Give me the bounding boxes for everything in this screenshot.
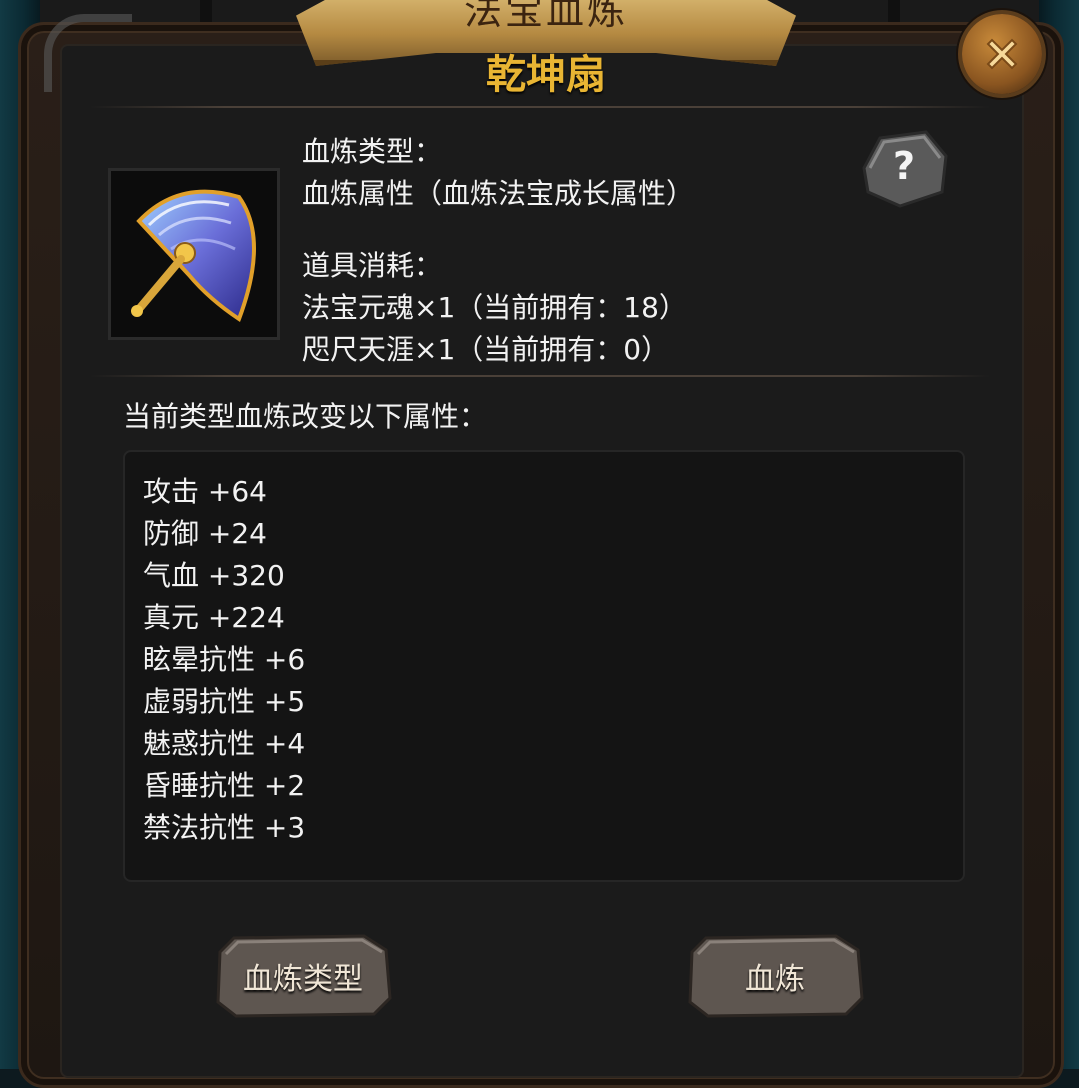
refine-type-value: 血炼属性（血炼法宝成长属性） [302,177,695,210]
fan-icon [131,189,256,323]
title-banner: 法宝血炼 乾坤扇 [296,0,796,98]
attribute-line: 攻击 +64 [143,475,267,508]
attribute-line: 气血 +320 [143,559,285,592]
header-divider [90,106,990,108]
cost-item: 法宝元魂×1（当前拥有：18） [302,291,687,324]
help-button[interactable]: ? [856,128,952,210]
attributes-panel: 攻击 +64 防御 +24 气血 +320 真元 +224 眩晕抗性 +6 虚弱… [123,450,965,882]
refine-type-button[interactable]: 血炼类型 [214,932,392,1018]
close-button[interactable] [962,14,1042,94]
refine-type-button-label: 血炼类型 [243,962,363,997]
attribute-line: 眩晕抗性 +6 [143,643,306,676]
attribute-line: 禁法抗性 +3 [143,811,306,844]
item-name: 乾坤扇 [486,52,606,98]
refine-type-label: 血炼类型： [302,135,443,168]
refine-button[interactable]: 血炼 [686,932,864,1018]
attribute-line: 魅惑抗性 +4 [143,727,306,760]
attributes-title: 当前类型血炼改变以下属性： [123,400,488,433]
section-divider [90,375,990,377]
attribute-line: 虚弱抗性 +5 [143,685,306,718]
cost-label: 道具消耗： [302,249,443,282]
close-x-icon [986,38,1018,70]
attribute-line: 防御 +24 [143,517,267,550]
cost-item: 咫尺天涯×1（当前拥有：0） [302,333,670,366]
refine-button-label: 血炼 [745,962,805,997]
help-label: ? [892,144,916,188]
attribute-line: 真元 +224 [143,601,285,634]
item-icon-slot [108,168,280,340]
attribute-line: 昏睡抗性 +2 [143,769,306,802]
dialog-title: 法宝血炼 [463,0,628,33]
